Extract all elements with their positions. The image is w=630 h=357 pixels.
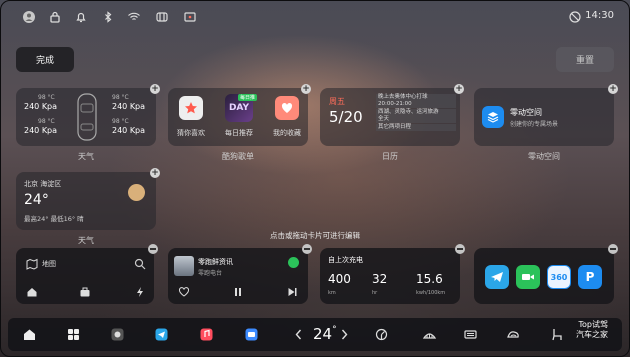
tyre-front-left: 98 °C 240 Kpa — [24, 94, 58, 111]
next-track-icon[interactable] — [286, 286, 298, 298]
heart-icon[interactable] — [178, 286, 190, 298]
stat-unit: kwh/100km — [416, 290, 446, 296]
location: 北京 海淀区 — [24, 180, 62, 188]
guess-like-icon[interactable] — [179, 96, 203, 120]
reset-button[interactable]: 重置 — [556, 47, 614, 72]
stat-unit: km — [328, 290, 336, 296]
work-icon[interactable] — [79, 286, 91, 298]
edit-hint: 点击或拖动卡片可进行编辑 — [270, 231, 360, 240]
badge: 每日推 — [238, 94, 258, 101]
camera-app-icon[interactable] — [110, 327, 125, 342]
charge-icon[interactable] — [134, 286, 146, 298]
tyre-rear-left: 98 °C 240 Kpa — [24, 118, 58, 135]
radio-card[interactable]: 零跑鲜资讯 零跑电台 — [168, 248, 308, 304]
bluetooth-icon[interactable] — [101, 10, 115, 24]
zero-space-title: 零动空间 — [510, 108, 542, 117]
music-item-label: 我的收藏 — [273, 129, 301, 137]
event-list: 晚上去奥体中心打球 20:00-21:00 西湖、灵隐寺、运河旅游 全天 其它两项日… — [376, 94, 456, 131]
done-button[interactable]: 完成 — [16, 47, 74, 72]
remove-card-button[interactable] — [608, 244, 618, 254]
favorites-icon[interactable] — [275, 96, 299, 120]
stat-unit: hr — [372, 290, 378, 296]
music-playlist-card[interactable]: DAY 每日推 猜你喜欢 每日推荐 我的收藏 — [168, 88, 308, 146]
watermark: Top试驾 汽车之家 — [576, 320, 608, 339]
charge-stats-card[interactable]: 自上次充电 400 km 32 hr 15.6 kwh/100km — [320, 248, 460, 304]
music-item-label: 每日推荐 — [225, 129, 253, 137]
add-card-button[interactable]: + — [150, 168, 160, 178]
dock: 24° — [8, 318, 622, 351]
avatar-icon[interactable] — [22, 10, 36, 24]
map-card[interactable]: 地图 — [16, 248, 154, 304]
card-caption: 零动空间 — [528, 152, 560, 161]
seat-heat-icon[interactable] — [550, 327, 565, 342]
map-icon — [26, 258, 38, 270]
home-icon[interactable] — [22, 327, 37, 342]
map-label: 地图 — [42, 260, 56, 268]
stat-value: 400 — [328, 272, 351, 286]
radio-subtitle: 零跑电台 — [198, 270, 223, 277]
sun-icon — [128, 184, 145, 201]
home-icon[interactable] — [26, 286, 38, 298]
music-app-icon[interactable] — [199, 327, 214, 342]
pause-icon[interactable] — [232, 286, 244, 298]
wifi-icon[interactable] — [127, 10, 141, 24]
weather-detail: 最高24° 最低16° 晴 — [24, 215, 84, 223]
date: 5/20 — [329, 108, 363, 126]
remove-card-button[interactable] — [302, 244, 312, 254]
temperature-down-icon[interactable] — [291, 327, 306, 342]
tyre-rear-right: 98 °C 240 Kpa — [112, 118, 146, 135]
music-item-label: 猜你喜欢 — [177, 129, 205, 137]
remove-card-button[interactable] — [148, 244, 158, 254]
zero-space-subtitle: 创建你的专属场景 — [510, 121, 559, 128]
remove-card-button[interactable] — [455, 244, 465, 254]
weekday: 周五 — [329, 97, 345, 106]
tyre-pressure-card[interactable]: 98 °C 240 Kpa 98 °C 240 Kpa 98 °C 240 Kpa 9… — [16, 88, 156, 146]
event-item[interactable]: 西湖、灵隐寺、运河旅游 全天 — [376, 109, 456, 123]
no-disturb-icon[interactable] — [568, 10, 582, 24]
defrost-rear-icon[interactable] — [463, 327, 478, 342]
calendar-card[interactable]: 周五 5/20 晚上去奥体中心打球 20:00-21:00 西湖、灵隐寺、运河旅游… — [320, 88, 460, 146]
zero-space-card[interactable]: 零动空间 创建你的专属场景 — [474, 88, 614, 146]
fan-auto-icon[interactable] — [374, 327, 389, 342]
event-item[interactable]: 其它两项日程 — [376, 124, 456, 131]
card-caption: 酷狗歌单 — [222, 152, 254, 161]
layers-icon — [482, 106, 504, 128]
card-caption: 日历 — [382, 152, 398, 161]
parking-app-icon[interactable]: P — [578, 265, 602, 289]
radio-title: 零跑鲜资讯 — [198, 258, 233, 266]
car-top-view-icon — [77, 93, 97, 141]
radio-cover — [174, 256, 194, 276]
weather-card[interactable]: 北京 海淀区 24° 最高24° 最低16° 晴 — [16, 172, 156, 230]
search-icon[interactable] — [134, 258, 146, 270]
recirculation-icon[interactable] — [506, 327, 521, 342]
quick-apps-card[interactable]: 360 P — [474, 248, 614, 304]
event-item[interactable]: 晚上去奥体中心打球 20:00-21:00 — [376, 94, 456, 108]
tyre-front-right: 98 °C 240 Kpa — [112, 94, 146, 111]
screen-cast-icon[interactable] — [183, 10, 197, 24]
defrost-front-icon[interactable] — [422, 327, 437, 342]
add-card-button[interactable]: + — [150, 84, 160, 94]
messenger-app-icon[interactable] — [154, 327, 169, 342]
temperature-up-icon[interactable] — [337, 327, 352, 342]
video-app-icon[interactable] — [244, 327, 259, 342]
card-caption: 天气 — [78, 152, 94, 161]
radio-source-icon — [288, 257, 299, 268]
facetime-app-icon[interactable] — [516, 265, 540, 289]
temperature: 24° — [24, 192, 49, 208]
360-app-icon[interactable]: 360 — [547, 265, 571, 289]
bell-icon[interactable] — [74, 10, 88, 24]
lock-icon[interactable] — [48, 10, 62, 24]
add-card-button[interactable]: + — [608, 84, 618, 94]
add-card-button[interactable]: + — [301, 84, 311, 94]
add-card-button[interactable]: + — [454, 84, 464, 94]
stat-value: 32 — [372, 272, 388, 286]
apps-grid-icon[interactable] — [66, 327, 81, 342]
status-bar: 14:30 — [0, 0, 630, 34]
stat-value: 15.6 — [416, 272, 443, 286]
telegram-app-icon[interactable] — [485, 265, 509, 289]
temperature-value: 24° — [313, 325, 337, 343]
charge-title: 自上次充电 — [328, 256, 363, 264]
clock: 14:30 — [585, 10, 614, 21]
seat-vent-icon[interactable] — [155, 10, 169, 24]
